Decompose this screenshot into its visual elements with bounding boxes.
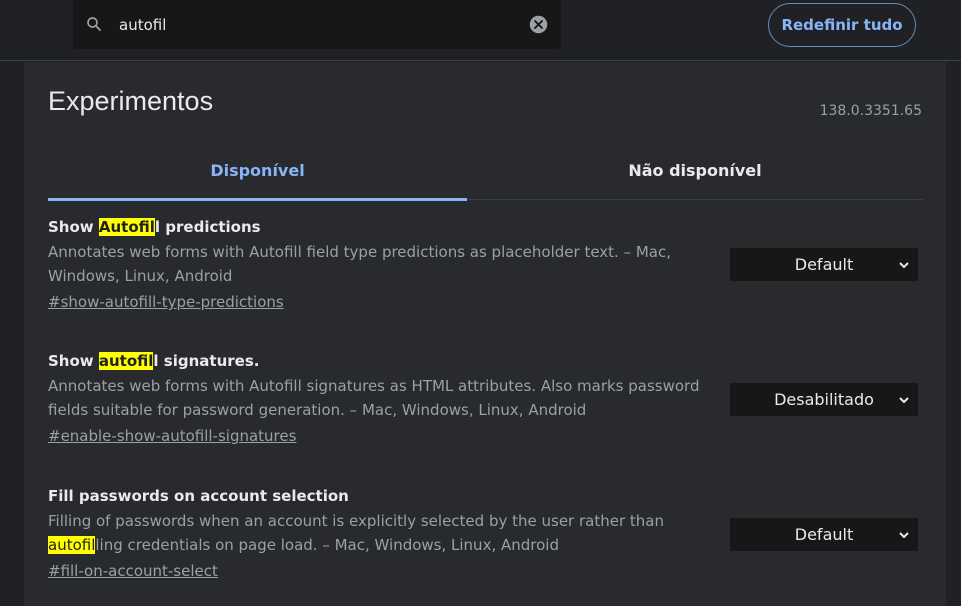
- experiment-item: Fill passwords on account selection Fill…: [48, 485, 923, 583]
- description-text: Annotates web forms with Autofill field …: [48, 243, 672, 285]
- select-value: Default: [794, 525, 854, 544]
- version-label: 138.0.3351.65: [819, 103, 922, 119]
- experiment-item: Show autofill signatures. Annotates web …: [48, 350, 923, 448]
- tab-available[interactable]: Disponível: [48, 148, 467, 201]
- tabs: Disponível Não disponível: [48, 148, 923, 201]
- experiment-link[interactable]: #enable-show-autofill-signatures: [48, 424, 296, 448]
- reset-all-button[interactable]: Redefinir tudo: [768, 3, 916, 47]
- experiment-title: Fill passwords on account selection: [48, 485, 923, 507]
- search-input[interactable]: [119, 12, 519, 37]
- experiment-description: Annotates web forms with Autofill signat…: [48, 374, 718, 422]
- experiment-description: Filling of passwords when an account is …: [48, 509, 718, 557]
- chevron-down-icon: [899, 532, 909, 539]
- title-text: Show: [48, 218, 99, 236]
- chevron-down-icon: [899, 397, 909, 404]
- search-icon: [87, 17, 101, 31]
- tab-unavailable-label: Não disponível: [628, 161, 762, 180]
- experiment-select[interactable]: Default: [730, 518, 918, 551]
- experiment-title: Show autofill signatures.: [48, 350, 923, 372]
- search-highlight: Autofil: [98, 218, 155, 236]
- experiment-link[interactable]: #fill-on-account-select: [48, 559, 218, 583]
- description-text: ling credentials on page load. – Mac, Wi…: [95, 536, 559, 554]
- experiment-title: Show Autofill predictions: [48, 216, 923, 238]
- title-text: l predictions: [154, 218, 261, 236]
- search-box[interactable]: [73, 0, 561, 49]
- page-title: Experimentos: [48, 86, 214, 116]
- experiment-select[interactable]: Default: [730, 248, 918, 281]
- tab-available-label: Disponível: [210, 161, 305, 180]
- select-value: Default: [794, 255, 854, 274]
- search-highlight: autofil: [98, 352, 154, 370]
- tab-unavailable[interactable]: Não disponível: [467, 148, 923, 200]
- clear-icon[interactable]: [528, 14, 549, 35]
- experiment-link[interactable]: #show-autofill-type-predictions: [48, 290, 284, 314]
- search-highlight: autofil: [48, 536, 96, 554]
- main-card: Experimentos 138.0.3351.65 Disponível Nã…: [24, 62, 946, 606]
- description-text: Annotates web forms with Autofill signat…: [48, 377, 700, 419]
- active-tab-indicator: [48, 198, 467, 201]
- title-text: l signatures.: [153, 352, 260, 370]
- experiment-item: Show Autofill predictions Annotates web …: [48, 216, 923, 314]
- chevron-down-icon: [899, 262, 909, 269]
- experiment-select[interactable]: Desabilitado: [730, 383, 918, 416]
- title-text: Show: [48, 352, 99, 370]
- experiment-description: Annotates web forms with Autofill field …: [48, 240, 718, 288]
- header: Redefinir tudo: [0, 0, 961, 61]
- title-text: Fill passwords on account selection: [48, 487, 349, 505]
- description-text: Filling of passwords when an account is …: [48, 512, 664, 530]
- select-value: Desabilitado: [774, 390, 874, 409]
